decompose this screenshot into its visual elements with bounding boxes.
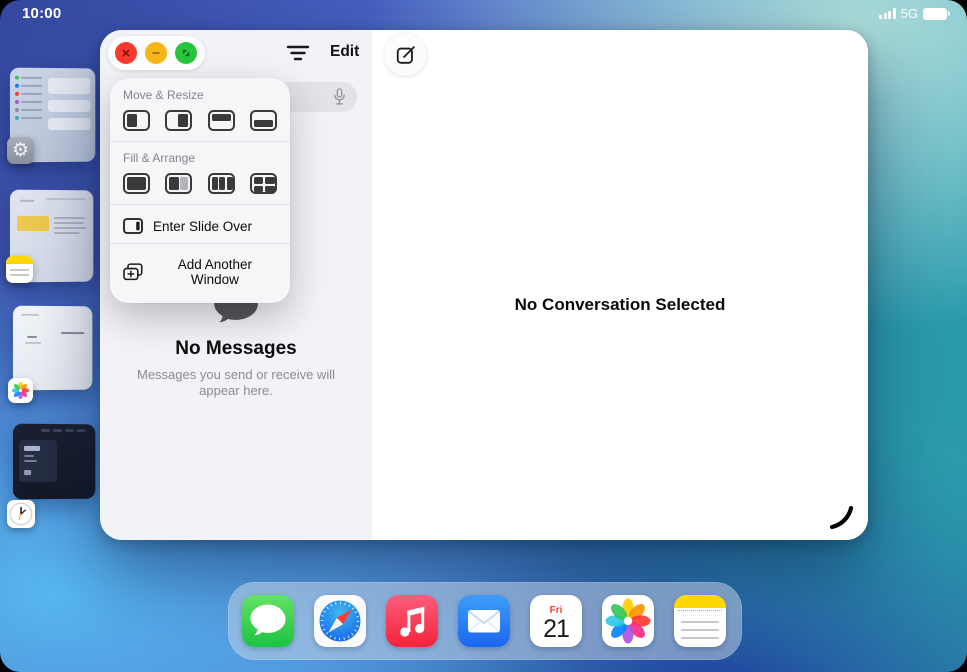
dock-calendar-icon[interactable]: Fri 21 (530, 595, 582, 647)
add-window-icon (123, 263, 143, 281)
fill-screen-icon[interactable] (123, 173, 150, 194)
dock-messages-icon[interactable] (242, 595, 294, 647)
empty-conversation-list: No Messages Messages you send or receive… (100, 286, 372, 400)
enter-slide-over-label: Enter Slide Over (153, 219, 252, 234)
network-type-label: 5G (901, 6, 918, 21)
notes-app-icon-small (6, 256, 33, 283)
settings-thumb-card (48, 118, 90, 130)
dock-notes-icon[interactable] (674, 595, 726, 647)
photos-flower-icon (10, 380, 31, 401)
clock-face-icon (9, 502, 33, 526)
split-top-icon[interactable] (208, 110, 235, 131)
recent-app-clock[interactable] (13, 424, 95, 500)
status-indicators: 5G (879, 6, 947, 21)
enter-slide-over-item[interactable]: Enter Slide Over (110, 214, 290, 238)
zoom-window-button[interactable] (175, 42, 197, 64)
dock: Fri 21 (228, 582, 742, 660)
window-controls-menu: Move & Resize Fill & Arrange (110, 78, 290, 303)
clock-thumb-widget (19, 440, 57, 482)
minimize-window-button[interactable] (145, 42, 167, 64)
no-messages-title: No Messages (100, 338, 372, 360)
split-left-icon[interactable] (123, 110, 150, 131)
settings-app-icon: ⚙ (7, 137, 34, 164)
window-traffic-lights (108, 36, 205, 70)
compose-icon (395, 44, 417, 66)
split-bottom-icon[interactable] (250, 110, 277, 131)
calendar-day: 21 (530, 615, 582, 644)
messages-window: Edit No Messages Messages you send or re… (100, 30, 868, 540)
clock-app-icon (7, 500, 35, 528)
arrange-two-windows-icon[interactable] (165, 173, 192, 194)
close-window-button[interactable] (115, 42, 137, 64)
conversation-list-pane: Edit No Messages Messages you send or re… (100, 30, 372, 540)
dock-music-icon[interactable] (386, 595, 438, 647)
no-messages-subtitle: Messages you send or receive will appear… (130, 367, 342, 400)
add-another-window-label: Add Another Window (153, 257, 277, 287)
settings-thumb-card (48, 100, 90, 112)
fill-arrange-section-label: Fill & Arrange (110, 151, 290, 165)
arrange-three-columns-icon[interactable] (208, 173, 235, 194)
settings-thumb-sidebar (15, 76, 42, 124)
edit-button[interactable]: Edit (330, 43, 359, 61)
dock-photos-icon[interactable] (602, 595, 654, 647)
battery-icon (923, 8, 947, 20)
settings-thumb-card (48, 78, 90, 94)
dock-mail-icon[interactable] (458, 595, 510, 647)
ipad-screen: 10:00 5G ⚙ (0, 0, 967, 672)
status-time: 10:00 (22, 5, 61, 22)
slide-over-icon (123, 218, 143, 234)
cellular-signal-icon (879, 8, 896, 19)
microphone-icon[interactable] (332, 87, 347, 107)
dock-safari-icon[interactable] (314, 595, 366, 647)
add-another-window-item[interactable]: Add Another Window (110, 253, 290, 291)
split-right-icon[interactable] (165, 110, 192, 131)
photos-app-icon-small (8, 378, 33, 403)
arrange-grid-icon[interactable] (250, 173, 277, 194)
move-resize-section-label: Move & Resize (110, 88, 290, 102)
compose-button[interactable] (384, 33, 427, 76)
window-resize-handle[interactable] (828, 504, 854, 530)
conversation-detail-pane: No Conversation Selected (372, 30, 868, 540)
notes-thumb-highlight (17, 216, 49, 231)
filters-icon[interactable] (283, 43, 313, 65)
no-conversation-title: No Conversation Selected (372, 295, 868, 315)
